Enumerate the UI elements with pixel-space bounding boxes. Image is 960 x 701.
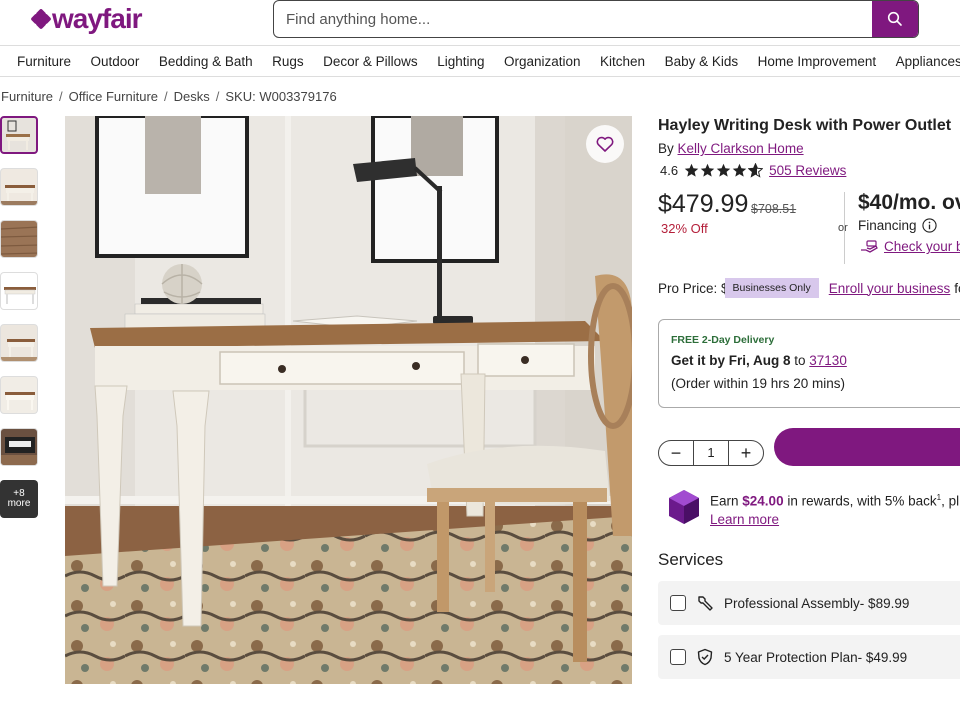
breadcrumb-separator: / <box>164 89 168 104</box>
quantity-value[interactable]: 1 <box>693 441 729 465</box>
nav-item-appliances[interactable]: Appliances <box>896 54 960 69</box>
rating-value: 4.6 <box>660 163 679 178</box>
nav-item-home-improvement[interactable]: Home Improvement <box>758 54 877 69</box>
nav-item-baby-kids[interactable]: Baby & Kids <box>665 54 739 69</box>
product-byline: By Kelly Clarkson Home <box>658 141 804 156</box>
product-main-image[interactable] <box>65 116 632 684</box>
more-images-button[interactable]: +8 more <box>0 480 38 518</box>
delivery-date: Get it by Fri, Aug 8 to 37130 <box>671 353 955 368</box>
nav-item-decor-pillows[interactable]: Decor & Pillows <box>323 54 418 69</box>
rating-row: 4.6 505 Reviews <box>660 163 846 178</box>
nav-item-outdoor[interactable]: Outdoor <box>91 54 140 69</box>
product-title: Hayley Writing Desk with Power Outlet <box>658 117 952 134</box>
star-rating <box>684 163 764 178</box>
assembly-checkbox[interactable] <box>670 595 686 611</box>
breadcrumb-separator: / <box>215 89 220 104</box>
wayfair-logo[interactable]: wayfair <box>30 3 142 34</box>
or-label: or <box>838 222 848 234</box>
pro-price-row: Pro Price: $ Businesses Only Enroll your… <box>658 278 960 298</box>
services-heading: Services <box>658 550 724 569</box>
delivery-to: to <box>790 353 810 368</box>
order-within: (Order within 19 hrs 20 mins) <box>671 376 846 391</box>
shield-check-icon <box>697 648 713 666</box>
breadcrumb-link-office-furniture[interactable]: Office Furniture <box>69 89 158 104</box>
search-input[interactable] <box>274 1 872 37</box>
quantity-increase-button[interactable]: + <box>729 441 763 465</box>
star-icon <box>732 163 747 177</box>
quantity-stepper: − 1 + <box>658 440 764 466</box>
nav-item-organization[interactable]: Organization <box>504 54 581 69</box>
nav-item-kitchen[interactable]: Kitchen <box>600 54 645 69</box>
financing-label: Financing <box>858 218 937 233</box>
thumbnail-2[interactable] <box>0 168 38 206</box>
breadcrumb-link-desks[interactable]: Desks <box>174 89 210 104</box>
free-delivery-label: FREE 2-Day Delivery <box>671 334 775 346</box>
reviews-link[interactable]: 505 Reviews <box>769 163 846 178</box>
rewards-gem-icon <box>669 490 699 524</box>
rewards-earn: Earn <box>710 493 743 509</box>
nav-item-furniture[interactable]: Furniture <box>17 54 71 69</box>
brand-link[interactable]: Kelly Clarkson Home <box>678 141 804 156</box>
thumbnail-6[interactable] <box>0 376 38 414</box>
check-buying-power-text: Check your b <box>884 239 960 254</box>
more-images-label: more <box>7 498 31 509</box>
protection-plan-checkbox[interactable] <box>670 649 686 665</box>
breadcrumb-separator: / <box>59 89 63 104</box>
rewards-tail: , plus <box>941 493 960 509</box>
pro-price-label: Pro Price: $ <box>658 280 729 296</box>
search-button[interactable] <box>872 1 918 37</box>
info-icon[interactable] <box>921 218 937 233</box>
zip-code-link[interactable]: 37130 <box>809 353 847 368</box>
quantity-decrease-button[interactable]: − <box>659 441 693 465</box>
rewards-rest: in rewards, with 5% back <box>783 493 937 509</box>
hand-card-icon <box>861 239 878 253</box>
thumbnail-3[interactable] <box>0 220 38 258</box>
thumbnail-7[interactable] <box>0 428 38 466</box>
delivery-date-text: Get it by Fri, Aug 8 <box>671 353 791 368</box>
favorite-button[interactable] <box>586 125 624 163</box>
discount-label: 32% Off <box>661 221 708 236</box>
search-bar <box>273 0 919 38</box>
enroll-tail: for <box>954 280 960 296</box>
thumbnail-strip: +8 more <box>0 116 40 532</box>
nav-item-rugs[interactable]: Rugs <box>272 54 304 69</box>
service-assembly[interactable]: Professional Assembly- $89.99 <box>658 581 960 625</box>
heart-icon <box>596 136 614 152</box>
service-assembly-label: Professional Assembly- $89.99 <box>724 595 910 611</box>
rewards-amount: $24.00 <box>742 493 784 509</box>
star-icon <box>684 163 699 177</box>
category-nav: Furniture Outdoor Bedding & Bath Rugs De… <box>0 45 960 77</box>
thumbnail-5[interactable] <box>0 324 38 362</box>
nav-item-lighting[interactable]: Lighting <box>437 54 484 69</box>
breadcrumb: Furniture / Office Furniture / Desks / S… <box>1 89 337 104</box>
original-price: $708.51 <box>751 202 797 216</box>
check-buying-power-link[interactable]: Check your b <box>860 239 960 254</box>
service-protection-plan[interactable]: 5 Year Protection Plan- $49.99 <box>658 635 960 679</box>
star-icon <box>716 163 731 177</box>
logo-mark-icon <box>30 8 52 30</box>
thumbnail-1[interactable] <box>0 116 38 154</box>
logo-text: wayfair <box>52 3 142 34</box>
rewards-text: Earn $24.00 in rewards, with 5% back1, p… <box>710 489 960 529</box>
businesses-only-badge: Businesses Only <box>724 278 819 298</box>
nav-item-bedding-bath[interactable]: Bedding & Bath <box>159 54 253 69</box>
rewards-row: Earn $24.00 in rewards, with 5% back1, p… <box>668 489 960 529</box>
add-to-cart-button[interactable] <box>774 428 960 466</box>
sale-price: $479.99 <box>658 190 749 218</box>
enroll-business-link[interactable]: Enroll your business <box>829 281 951 296</box>
byline-prefix: By <box>658 141 674 156</box>
breadcrumb-link-furniture[interactable]: Furniture <box>1 89 53 104</box>
search-icon <box>887 11 902 26</box>
wrench-icon <box>698 596 713 611</box>
service-protection-plan-label: 5 Year Protection Plan- $49.99 <box>724 649 908 665</box>
thumbnail-4[interactable] <box>0 272 38 310</box>
financing-text: Financing <box>858 218 917 233</box>
star-half-icon <box>748 163 764 178</box>
breadcrumb-sku: SKU: W003379176 <box>225 89 337 104</box>
monthly-price: $40/mo. ove <box>858 191 960 214</box>
star-icon <box>700 163 715 177</box>
delivery-box: FREE 2-Day Delivery Get it by Fri, Aug 8… <box>658 319 960 408</box>
price-divider <box>844 192 845 264</box>
learn-more-link[interactable]: Learn more <box>710 512 779 527</box>
